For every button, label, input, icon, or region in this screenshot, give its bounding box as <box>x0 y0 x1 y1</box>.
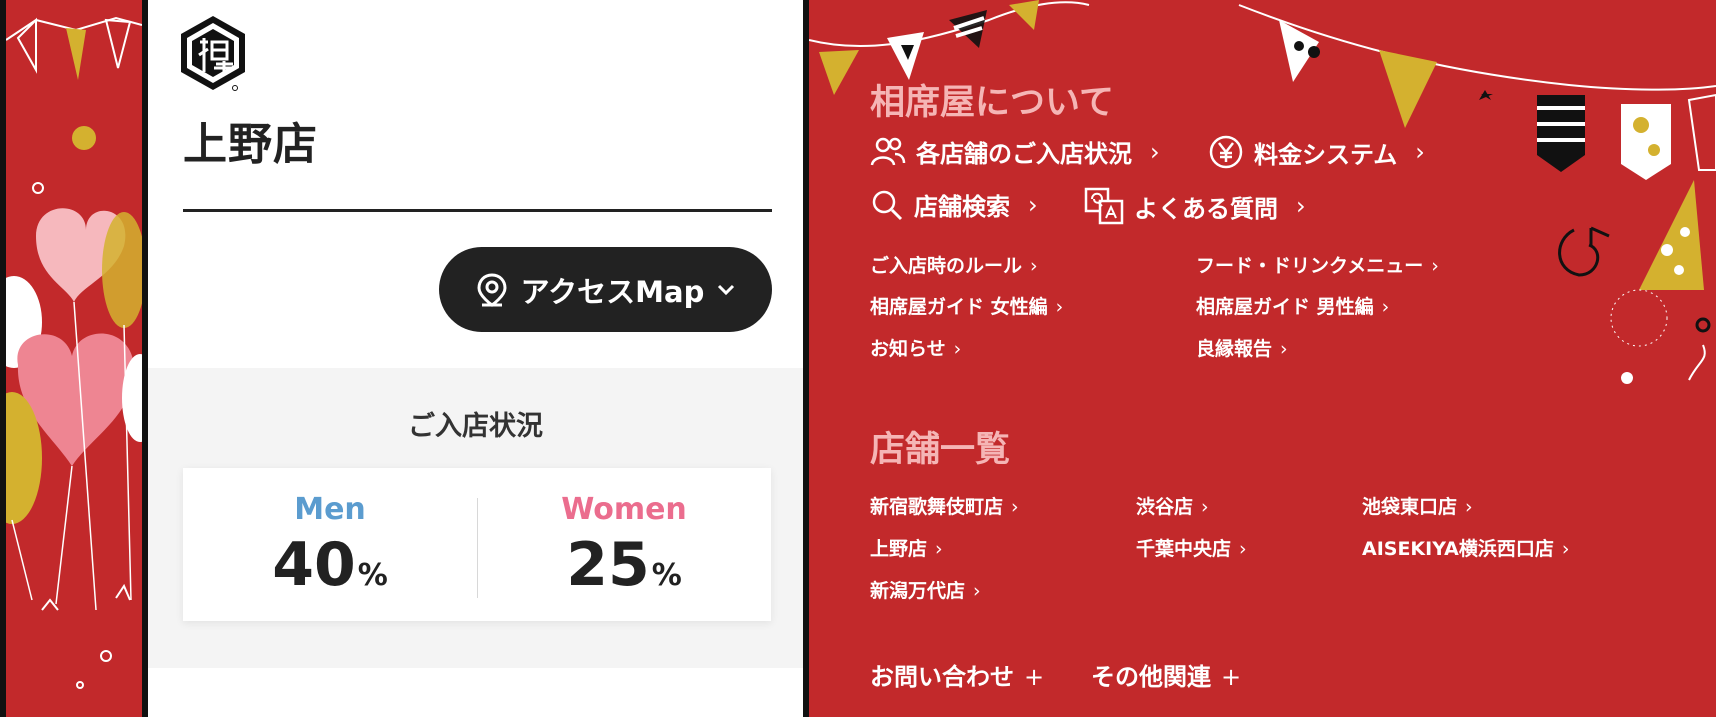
women-status: Women 25% <box>477 468 771 621</box>
search-icon <box>872 190 903 220</box>
access-map-button[interactable]: アクセスMap <box>439 247 772 332</box>
guide-men-link[interactable]: 相席屋ガイド 男性編 › <box>1196 292 1389 319</box>
news-link[interactable]: お知らせ › <box>870 334 961 361</box>
food-drink-menu-link[interactable]: フード・ドリンクメニュー › <box>1196 251 1439 278</box>
qa-icon <box>1084 187 1124 225</box>
chevron-right-icon: › <box>1011 496 1019 518</box>
store-name: 新潟万代店 <box>870 580 966 602</box>
chevron-right-icon: › <box>935 538 943 560</box>
store-entry-status-link[interactable]: 各店舗のご入店状況 › <box>870 134 1160 169</box>
chevron-right-icon: › <box>1431 255 1439 277</box>
entry-rules-label: ご入店時のルール <box>870 255 1023 277</box>
store-link-shinjuku[interactable]: 新宿歌舞伎町店 › <box>870 492 1019 519</box>
chevron-right-icon: › <box>1280 338 1288 360</box>
men-percent-unit: % <box>357 558 388 593</box>
chevron-right-icon: › <box>1239 538 1247 560</box>
entry-rules-link[interactable]: ご入店時のルール › <box>870 251 1038 278</box>
chevron-down-icon <box>718 284 735 295</box>
plus-icon: + <box>1221 663 1242 691</box>
balloons-decoration-icon <box>6 16 142 689</box>
news-label: お知らせ <box>870 338 946 360</box>
store-name: 池袋東口店 <box>1362 496 1458 518</box>
men-status: Men 40% <box>183 468 477 621</box>
store-link-chiba[interactable]: 千葉中央店 › <box>1136 534 1247 561</box>
related-toggle[interactable]: その他関連 + <box>1091 657 1241 692</box>
aisekiya-logo-icon <box>181 16 245 91</box>
left-decor-panel <box>0 0 148 717</box>
contact-toggle[interactable]: お問い合わせ + <box>870 657 1044 692</box>
chevron-right-icon: › <box>1055 296 1064 318</box>
entry-status-section: ご入店状況 Men 40% Women 25% <box>148 368 803 668</box>
pricing-system-link[interactable]: 料金システム › <box>1208 134 1425 170</box>
store-link-ikebukuro[interactable]: 池袋東口店 › <box>1362 492 1473 519</box>
faq-label: よくある質問 <box>1134 194 1278 223</box>
store-name: 上野店 <box>870 538 928 560</box>
store-link-ueno[interactable]: 上野店 › <box>870 534 943 561</box>
chevron-right-icon: › <box>1150 137 1160 166</box>
chevron-right-icon: › <box>1465 496 1473 518</box>
chevron-right-icon: › <box>953 338 962 360</box>
guide-women-label: 相席屋ガイド 女性編 <box>870 296 1048 318</box>
store-link-shibuya[interactable]: 渋谷店 › <box>1136 492 1209 519</box>
good-match-report-link[interactable]: 良縁報告 › <box>1196 334 1288 361</box>
store-link-yokohama[interactable]: AISEKIYA横浜西口店 › <box>1362 534 1569 561</box>
food-drink-menu-label: フード・ドリンクメニュー <box>1196 255 1424 277</box>
store-name: AISEKIYA横浜西口店 <box>1362 538 1554 560</box>
chevron-right-icon: › <box>1561 538 1570 560</box>
site-menu-panel: 相席屋について 各店舗のご入店状況 › 料金システム › 店舗検索 › よくある… <box>809 0 1716 717</box>
plus-icon: + <box>1024 663 1045 691</box>
left-party-decoration <box>6 0 142 717</box>
chevron-right-icon: › <box>1028 190 1038 219</box>
chevron-right-icon: › <box>1296 192 1306 220</box>
title-divider <box>183 209 772 212</box>
women-percentage: 25% <box>477 530 771 600</box>
men-label: Men <box>294 492 366 527</box>
guide-women-link[interactable]: 相席屋ガイド 女性編 › <box>870 292 1063 319</box>
related-label: その他関連 <box>1091 663 1211 691</box>
entry-status-box: Men 40% Women 25% <box>183 468 771 621</box>
store-name: 渋谷店 <box>1136 496 1194 518</box>
store-list-title: 店舗一覧 <box>870 430 1011 470</box>
chevron-right-icon: › <box>1201 496 1209 518</box>
store-search-label: 店舗検索 <box>914 193 1010 221</box>
pricing-system-label: 料金システム <box>1254 140 1398 169</box>
guide-men-label: 相席屋ガイド 男性編 <box>1196 296 1374 318</box>
people-icon <box>870 137 906 165</box>
access-map-label: アクセスMap <box>520 274 705 309</box>
store-name: 新宿歌舞伎町店 <box>870 496 1004 518</box>
entry-status-heading: ご入店状況 <box>408 411 543 442</box>
men-value: 40 <box>272 530 356 600</box>
yen-icon <box>1209 135 1243 169</box>
about-section-title: 相席屋について <box>870 83 1114 123</box>
women-percent-unit: % <box>651 558 682 593</box>
store-name: 千葉中央店 <box>1136 538 1232 560</box>
chevron-right-icon: › <box>1030 255 1038 277</box>
store-link-niigata[interactable]: 新潟万代店 › <box>870 576 981 603</box>
chevron-right-icon: › <box>1415 138 1425 166</box>
store-search-link[interactable]: 店舗検索 › <box>870 187 1038 222</box>
men-percentage: 40% <box>183 530 477 600</box>
aisekiya-logo <box>177 14 249 94</box>
store-title: 上野店 <box>183 119 318 170</box>
chevron-right-icon: › <box>1381 296 1390 318</box>
women-value: 25 <box>566 530 650 600</box>
location-pin-icon <box>477 272 507 307</box>
chevron-right-icon: › <box>973 580 981 602</box>
good-match-report-label: 良縁報告 <box>1196 338 1273 360</box>
women-label: Women <box>561 492 687 527</box>
contact-label: お問い合わせ <box>870 663 1014 691</box>
faq-link[interactable]: よくある質問 › <box>1084 187 1306 225</box>
store-entry-status-label: 各店舗のご入店状況 <box>916 140 1132 168</box>
